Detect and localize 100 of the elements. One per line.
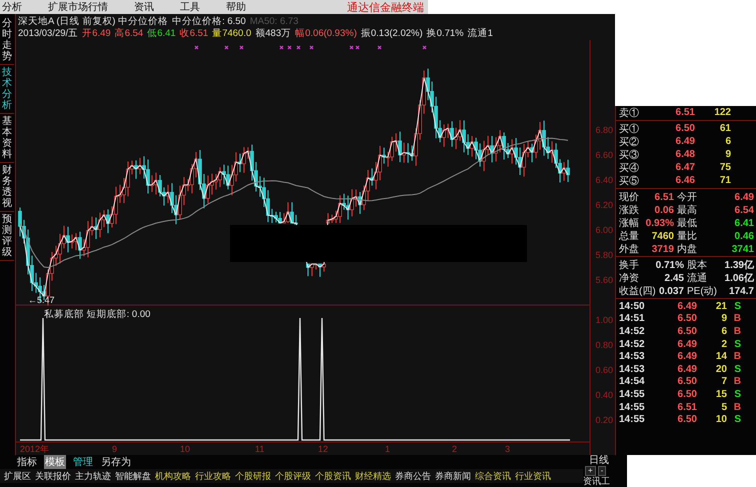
bottom-bar-item[interactable]: 行业资讯 xyxy=(515,470,551,482)
stat-value: 0.71% xyxy=(654,260,684,270)
bar-info-value: 低6.41 xyxy=(147,28,176,40)
quote-volume: 61 xyxy=(718,123,731,134)
trade-price: 6.50 xyxy=(676,326,697,337)
chart-tab[interactable]: 指标 xyxy=(16,455,38,469)
stat-label: 收益(四) xyxy=(618,285,654,298)
menu-item[interactable]: 工具 xyxy=(178,0,210,14)
indicator-value: 中分位价格: 6.50 xyxy=(172,16,246,28)
side-tab[interactable]: 预测评级 xyxy=(0,212,14,261)
trade-side: B xyxy=(732,402,741,413)
trade-time: 14:55 xyxy=(618,402,646,413)
bottom-bar-item[interactable]: 行业攻略 xyxy=(195,470,231,482)
trade-volume: 7 xyxy=(720,376,727,388)
chart-tab[interactable]: 模板 xyxy=(44,455,66,469)
trade-side: B xyxy=(732,376,741,388)
side-tab[interactable]: 技术分析 xyxy=(0,65,14,114)
quote-price: 6.50 xyxy=(674,123,695,134)
stat-label: 最高 xyxy=(676,204,698,217)
stat-label: 涨幅 xyxy=(618,216,640,230)
stat-value: 6.54 xyxy=(734,204,755,216)
date-axis-label: 3 xyxy=(505,444,510,454)
signal-marker-icon xyxy=(296,45,301,50)
stat-value: 3741 xyxy=(730,244,755,254)
price-axis-label: 5.60 xyxy=(595,275,613,285)
bottom-bar-item[interactable]: 资讯工 xyxy=(583,476,610,487)
menu-item[interactable]: 资讯 xyxy=(132,0,164,14)
menu-item[interactable]: 帮助 xyxy=(224,0,256,14)
bar-info-value: 额483万 xyxy=(255,28,292,40)
quote-label: 买② xyxy=(618,136,640,148)
trade-time: 14:53 xyxy=(618,364,646,375)
stat-value: 0.037 xyxy=(658,286,684,296)
bottom-bar-item[interactable]: 主力轨迹 xyxy=(75,470,111,482)
bottom-bar-item[interactable]: 个股评级 xyxy=(275,470,311,482)
menu-item[interactable]: 扩展市场行情 xyxy=(46,0,118,14)
bottom-bar-item[interactable]: 扩展区 xyxy=(4,470,31,482)
bar-info-value: 流通1 xyxy=(468,28,493,40)
date-axis-label: 10 xyxy=(180,444,190,454)
menu-item[interactable]: 分析 xyxy=(0,0,32,14)
quote-volume: 6 xyxy=(724,136,731,147)
trade-time: 14:50 xyxy=(618,300,646,312)
stat-label: 现价 xyxy=(618,191,640,204)
bottom-bar-item[interactable]: 券商新闻 xyxy=(435,470,471,482)
signal-marker-icon xyxy=(422,45,427,50)
zoom-button[interactable]: + xyxy=(585,466,596,476)
stat-value: 2.45 xyxy=(664,272,684,284)
trade-side: S xyxy=(733,300,741,312)
date-axis-label: 9 xyxy=(112,444,118,454)
quote-price: 6.48 xyxy=(674,149,695,160)
date-axis-label: 2 xyxy=(452,444,458,454)
indicator-title: 私募底部 短期底部: 0.00 xyxy=(44,308,150,321)
bottom-bar-item[interactable]: 智能解盘 xyxy=(115,470,151,482)
trade-volume: 15 xyxy=(714,388,727,400)
stat-value: 3719 xyxy=(650,244,674,254)
signal-marker-icon xyxy=(279,45,284,50)
bottom-bar-item[interactable]: 个股资讯 xyxy=(315,470,351,482)
trade-time: 14:52 xyxy=(618,338,646,350)
bottom-bar-item[interactable]: 机构攻略 xyxy=(155,470,191,482)
trade-side: S xyxy=(733,414,741,426)
stat-label: 涨跌 xyxy=(618,204,640,217)
price-axis-label: 6.60 xyxy=(595,150,613,160)
stat-value: 6.51 xyxy=(654,192,674,202)
chart-tab[interactable]: 另存为 xyxy=(100,455,132,469)
bottom-bar-item[interactable]: 综合资讯 xyxy=(475,470,511,482)
bottom-bar-item[interactable]: 个股研报 xyxy=(235,470,271,482)
bottom-bar-item[interactable]: 关联报价 xyxy=(35,470,71,482)
quote-price: 6.46 xyxy=(674,175,695,186)
trade-volume: 21 xyxy=(714,300,727,312)
zoom-button[interactable]: - xyxy=(598,466,606,476)
quote-label: 买① xyxy=(618,122,640,136)
stat-value: 0.46 xyxy=(734,230,755,242)
signal-marker-icon xyxy=(287,45,292,50)
bottom-bar-item[interactable]: 财经精选 xyxy=(355,470,391,482)
price-axis-label: 5.80 xyxy=(595,250,613,260)
stock-title: 深天地A (日线 前复权) 中分位价格 xyxy=(18,16,168,28)
trade-price: 6.50 xyxy=(676,313,697,324)
date-axis-label: 2012年 xyxy=(20,444,50,454)
chart-tab[interactable]: 管理 xyxy=(72,455,94,469)
trade-price: 6.50 xyxy=(676,388,697,400)
period-label: 日线 xyxy=(588,455,609,466)
trade-time: 14:53 xyxy=(618,351,646,362)
indicator-axis-label: 0.60 xyxy=(595,365,613,375)
trade-price: 6.50 xyxy=(676,414,697,426)
bottom-bar-item[interactable]: 券商公告 xyxy=(395,470,431,482)
trade-side: S xyxy=(733,338,741,350)
trade-volume: 2 xyxy=(720,338,727,350)
stat-label: 外盘 xyxy=(618,243,640,256)
side-tab[interactable]: 财务透视 xyxy=(0,163,14,212)
bar-info-value: 2013/03/29/五 xyxy=(18,28,78,40)
indicator-axis-label: 0.80 xyxy=(595,340,613,350)
signal-marker-icon xyxy=(309,45,314,50)
side-tab[interactable]: 基本资料 xyxy=(0,114,14,163)
stat-value: 0.93% xyxy=(644,218,674,228)
stat-value: 7460 xyxy=(650,230,674,242)
quote-label: 卖① xyxy=(618,106,640,120)
date-axis-label: 12 xyxy=(318,444,328,454)
quote-label: 买③ xyxy=(618,148,640,162)
side-tab[interactable]: 分时走势 xyxy=(0,16,14,65)
trade-side: B xyxy=(732,351,741,362)
stat-value: 6.41 xyxy=(734,218,755,228)
